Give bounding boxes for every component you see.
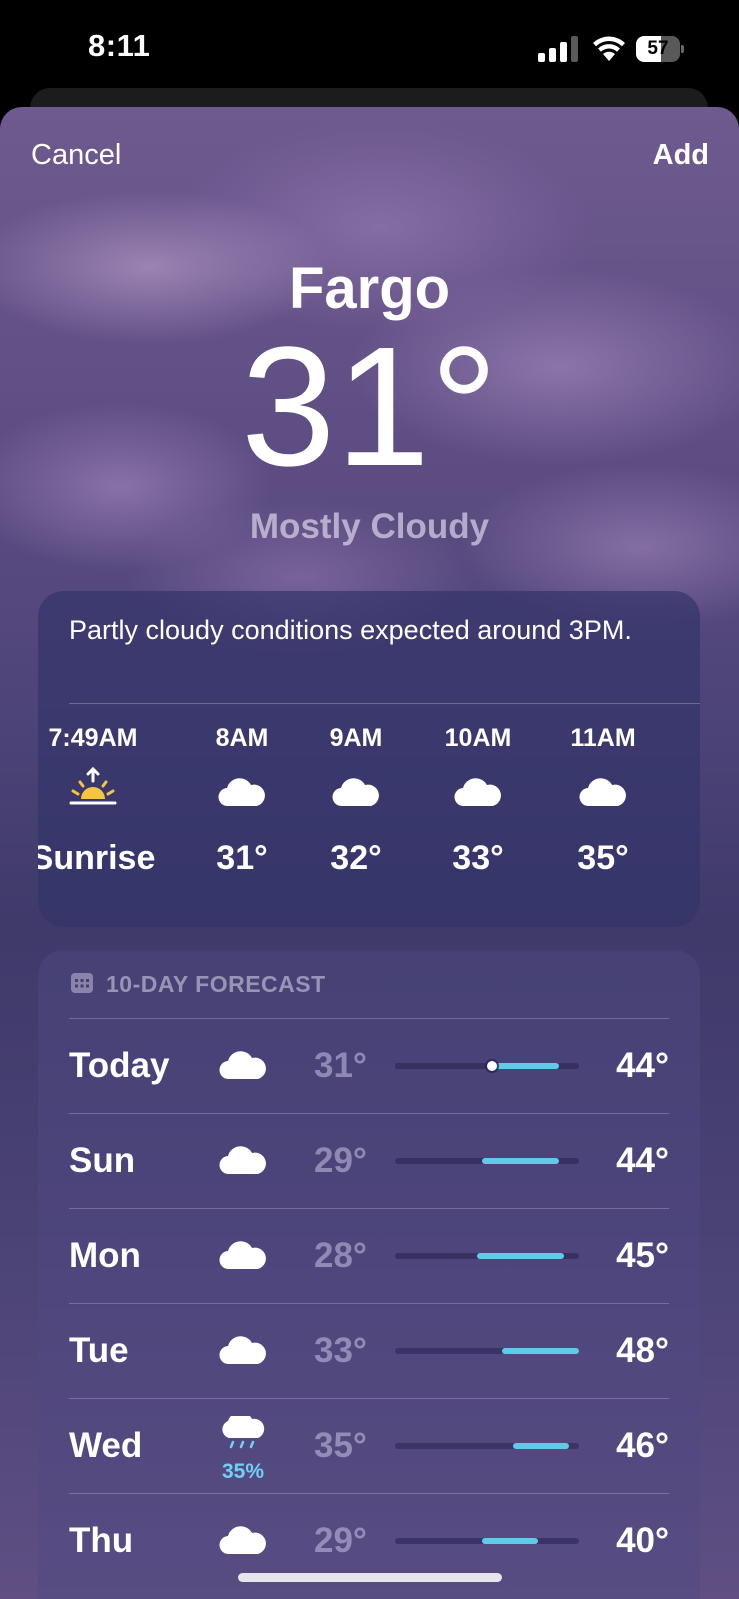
cloud-icon (219, 1146, 266, 1175)
low-temperature: 29° (314, 1141, 367, 1180)
high-temperature: 40° (616, 1521, 669, 1560)
hour-temperature: 31° (216, 839, 268, 877)
cloud-icon (579, 778, 626, 807)
hourly-item: 8AM 31° (177, 721, 307, 883)
battery-icon: 57 (636, 36, 684, 62)
range-segment (481, 1158, 559, 1164)
hour-label: 11AM (570, 724, 636, 752)
cloud-icon (219, 1241, 266, 1270)
wifi-icon (593, 36, 625, 61)
high-temperature: 44° (616, 1046, 669, 1085)
hourly-forecast-card[interactable]: Partly cloudy conditions expected around… (38, 591, 700, 927)
temperature-range-bar (395, 1538, 579, 1544)
hourly-item-sunrise: 7:49AM Sunrise (38, 721, 158, 883)
hourly-item: 11AM 35° (538, 721, 668, 883)
ten-day-forecast-card[interactable]: 10-DAY FORECAST Today 31° 44° Sun 29° 44… (38, 950, 700, 1599)
high-temperature: 44° (616, 1141, 669, 1180)
current-temperature: 31° (240, 312, 499, 502)
range-segment (476, 1253, 564, 1259)
cancel-button[interactable]: Cancel (31, 139, 121, 172)
forecast-summary: Partly cloudy conditions expected around… (69, 615, 632, 645)
high-temperature: 46° (616, 1426, 669, 1465)
cloud-icon (332, 778, 379, 807)
hourly-item: 9AM 32° (291, 721, 421, 883)
range-segment (502, 1348, 579, 1354)
hour-temperature: 35° (577, 839, 629, 877)
hour-temperature: 32° (330, 839, 382, 877)
day-label: Thu (69, 1521, 134, 1560)
weather-preview-sheet: Cancel Add Fargo 31° Mostly Cloudy Partl… (0, 107, 739, 1599)
high-temperature: 45° (616, 1236, 669, 1275)
cloud-icon (219, 1526, 266, 1555)
low-temperature: 35° (314, 1426, 367, 1465)
low-temperature: 29° (314, 1521, 367, 1560)
forecast-row[interactable]: Tue 33° 48° (69, 1303, 669, 1398)
cloud-rain-icon (222, 1416, 265, 1449)
current-condition: Mostly Cloudy (249, 507, 490, 546)
forecast-row[interactable]: Wed 35% 35° 46° (69, 1398, 669, 1493)
current-temp-marker (487, 1061, 498, 1071)
add-button[interactable]: Add (653, 139, 709, 172)
calendar-icon (71, 973, 93, 993)
temperature-range-bar (395, 1348, 579, 1354)
temperature-range-bar (395, 1158, 579, 1164)
range-segment (481, 1538, 539, 1544)
sunrise-icon (69, 767, 117, 805)
precipitation-chance: 35% (221, 1460, 265, 1483)
hour-temperature: 33° (452, 839, 504, 877)
status-time: 8:11 (88, 28, 151, 63)
hour-label: 10AM (444, 724, 512, 752)
high-temperature: 48° (616, 1331, 669, 1370)
hour-value: Sunrise (38, 839, 156, 877)
low-temperature: 33° (314, 1331, 367, 1370)
range-segment (512, 1443, 569, 1449)
hour-label: 9AM (329, 724, 383, 752)
cloud-icon (219, 1051, 266, 1080)
hour-label: 8AM (215, 724, 269, 752)
day-label: Tue (69, 1331, 129, 1370)
day-label: Today (69, 1046, 170, 1085)
status-bar: 8:11 57 (0, 0, 739, 100)
temperature-range-bar (395, 1061, 579, 1071)
range-segment (492, 1063, 559, 1069)
day-label: Wed (69, 1426, 143, 1465)
cloud-icon (454, 778, 501, 807)
cloud-icon (219, 1336, 266, 1365)
temperature-range-bar (395, 1443, 579, 1449)
forecast-row[interactable]: Sun 29° 44° (69, 1113, 669, 1208)
divider (69, 703, 700, 704)
forecast-row[interactable]: Mon 28° 45° (69, 1208, 669, 1303)
hourly-item: 10AM 33° (413, 721, 543, 883)
cloud-icon (218, 778, 265, 807)
low-temperature: 28° (314, 1236, 367, 1275)
ten-day-header: 10-DAY FORECAST (106, 971, 326, 997)
temperature-range-bar (395, 1253, 579, 1259)
cellular-signal-icon (538, 36, 578, 62)
hour-label: 7:49AM (48, 724, 138, 752)
low-temperature: 31° (314, 1046, 367, 1085)
home-indicator[interactable] (238, 1573, 502, 1582)
day-label: Sun (69, 1141, 136, 1180)
day-label: Mon (69, 1236, 141, 1275)
battery-level: 57 (647, 38, 669, 59)
forecast-row[interactable]: Today 31° 44° (69, 1018, 669, 1113)
